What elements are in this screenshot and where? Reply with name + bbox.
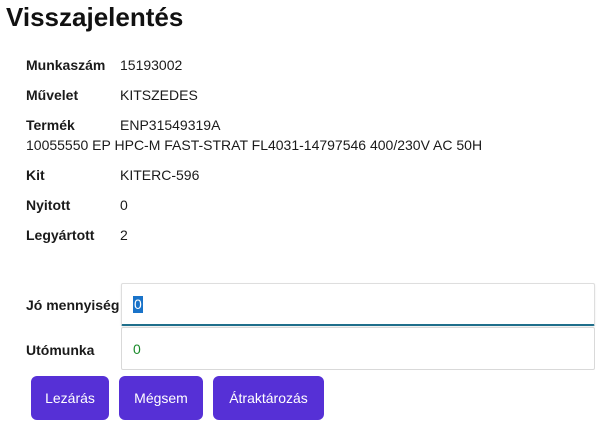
termek-label: Termék <box>26 117 75 133</box>
legyartott-value: 2 <box>120 227 128 243</box>
legyartott-label: Legyártott <box>26 227 95 243</box>
nyitott-row: Nyitott 0 <box>26 197 128 213</box>
termek-description: 10055550 EP HPC-M FAST-STRAT FL4031-1479… <box>26 137 483 153</box>
jo-mennyiseg-value: 0 <box>133 295 143 313</box>
kit-value: KITERC-596 <box>120 167 200 183</box>
nyitott-label: Nyitott <box>26 197 71 213</box>
nyitott-value: 0 <box>120 197 128 213</box>
megsem-button[interactable]: Mégsem <box>119 376 203 420</box>
jo-mennyiseg-input[interactable]: 0 <box>121 283 595 326</box>
page-title: Visszajelentés <box>6 2 184 32</box>
munkaszam-label: Munkaszám <box>26 57 106 73</box>
utomunka-input[interactable]: 0 <box>121 327 595 370</box>
utomunka-label: Utómunka <box>26 342 95 358</box>
munkaszam-value: 15193002 <box>120 57 183 73</box>
muvelet-value: KITSZEDES <box>120 87 198 103</box>
kit-row: Kit KITERC-596 <box>26 167 199 183</box>
termek-value: ENP31549319A <box>120 117 221 133</box>
termek-row: Termék ENP31549319A <box>26 117 220 133</box>
kit-label: Kit <box>26 167 45 183</box>
lezaras-button[interactable]: Lezárás <box>31 376 109 420</box>
munkaszam-row: Munkaszám 15193002 <box>26 57 182 73</box>
utomunka-value: 0 <box>133 340 141 357</box>
jo-mennyiseg-label: Jó mennyiség <box>26 297 120 313</box>
atraktarozas-button[interactable]: Átraktározás <box>213 376 324 420</box>
legyartott-row: Legyártott 2 <box>26 227 128 243</box>
muvelet-row: Művelet KITSZEDES <box>26 87 198 103</box>
muvelet-label: Művelet <box>26 87 79 103</box>
